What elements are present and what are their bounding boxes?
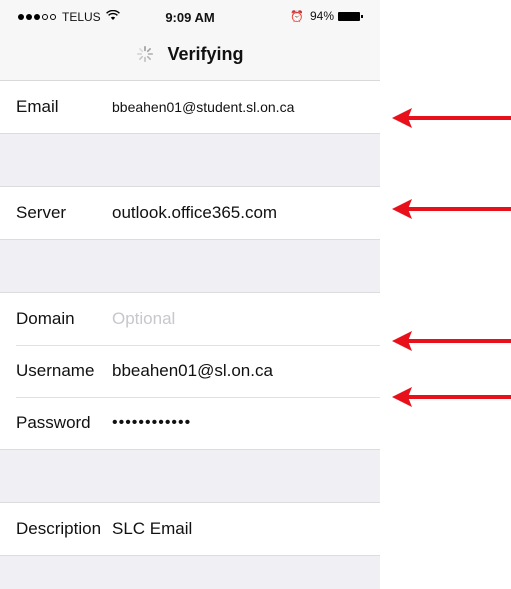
username-row[interactable]: Username bbeahen01@sl.on.ca	[0, 345, 380, 397]
spinner-icon	[137, 45, 154, 63]
section-separator	[0, 133, 380, 187]
server-field[interactable]: outlook.office365.com	[112, 203, 277, 223]
nav-title: Verifying	[0, 44, 380, 65]
battery-percent: 94%	[309, 9, 334, 23]
password-arrow	[392, 387, 511, 407]
alarm-icon: ⏰	[290, 10, 304, 23]
domain-label: Domain	[16, 309, 75, 328]
username-arrow	[392, 331, 511, 351]
navigation-bar: Verifying	[0, 34, 380, 81]
section-separator	[0, 449, 380, 503]
section-separator	[0, 555, 380, 589]
nav-title-text: Verifying	[167, 44, 244, 64]
password-row[interactable]: Password ••••••••••••	[0, 397, 380, 449]
email-label: Email	[16, 97, 59, 116]
domain-row[interactable]: Domain Optional	[0, 293, 380, 345]
email-arrow	[392, 108, 511, 128]
username-field[interactable]: bbeahen01@sl.on.ca	[112, 361, 273, 381]
username-label: Username	[16, 361, 95, 380]
status-bar: TELUS 9:09 AM ⏰ 94%	[0, 0, 380, 34]
section-separator	[0, 239, 380, 293]
status-right: ⏰ 94%	[290, 9, 363, 23]
server-label: Server	[16, 203, 67, 222]
email-row[interactable]: Email bbeahen01@student.sl.on.ca	[0, 81, 380, 133]
description-row[interactable]: Description SLC Email	[0, 503, 380, 555]
account-form: Email bbeahen01@student.sl.on.ca Server …	[0, 81, 380, 589]
server-row[interactable]: Server outlook.office365.com	[0, 187, 380, 239]
domain-field[interactable]: Optional	[112, 309, 175, 329]
description-label: Description	[16, 519, 102, 538]
phone-screen: TELUS 9:09 AM ⏰ 94% Verifying Email bbea…	[0, 0, 380, 589]
battery-icon	[338, 11, 363, 21]
email-field[interactable]: bbeahen01@student.sl.on.ca	[112, 99, 294, 115]
password-label: Password	[16, 413, 91, 432]
server-arrow	[392, 199, 511, 219]
description-field[interactable]: SLC Email	[112, 519, 192, 539]
password-field[interactable]: ••••••••••••	[112, 414, 191, 432]
